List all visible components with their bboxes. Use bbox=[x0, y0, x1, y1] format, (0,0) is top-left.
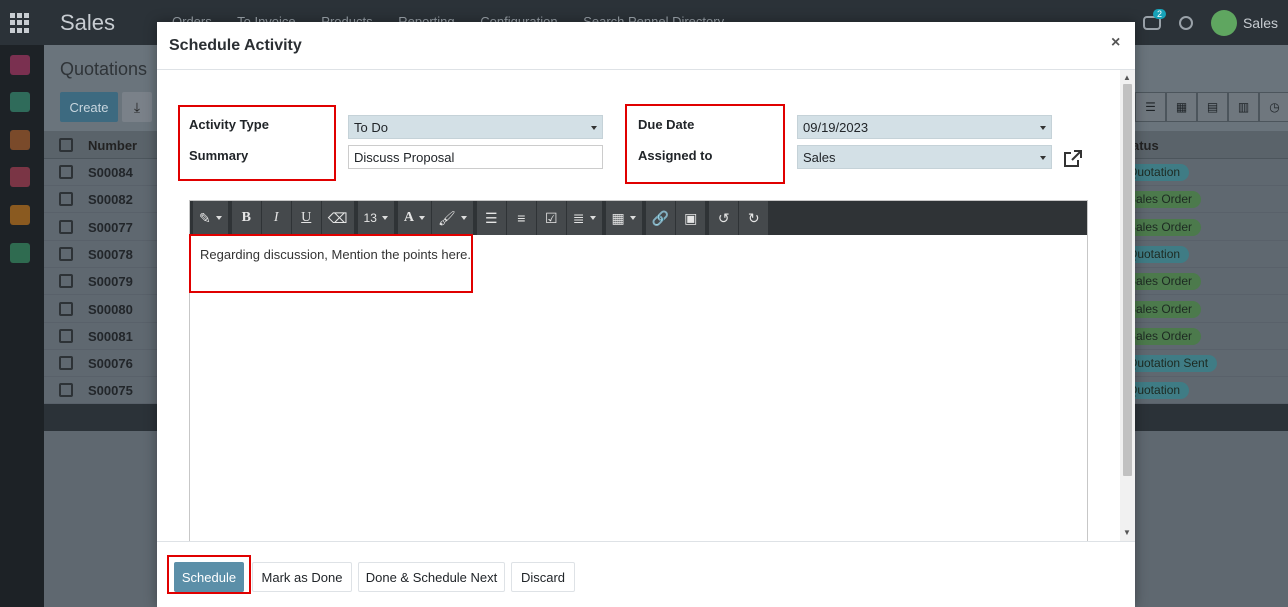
done-schedule-next-button[interactable]: Done & Schedule Next bbox=[358, 562, 505, 592]
undo-icon[interactable]: ↺ bbox=[709, 201, 740, 235]
scrollbar-thumb[interactable] bbox=[1123, 84, 1132, 476]
row-checkbox[interactable] bbox=[59, 383, 73, 398]
discard-button[interactable]: Discard bbox=[511, 562, 575, 592]
align-icon[interactable]: ≣ bbox=[566, 201, 603, 235]
due-date-value: 09/19/2023 bbox=[803, 120, 869, 135]
clock-icon[interactable] bbox=[1178, 16, 1193, 30]
sidebar bbox=[0, 45, 44, 607]
row-checkbox[interactable] bbox=[59, 301, 73, 316]
pivot-view-icon[interactable]: ▤ bbox=[1197, 92, 1228, 122]
mark-as-done-button[interactable]: Mark as Done bbox=[252, 562, 352, 592]
checklist-icon[interactable]: ☑ bbox=[536, 201, 567, 235]
italic-icon[interactable]: I bbox=[261, 201, 292, 235]
chevron-down-icon bbox=[1040, 126, 1046, 130]
apps-menu-icon[interactable] bbox=[10, 13, 30, 33]
dialog-header: Schedule Activity × bbox=[157, 22, 1135, 70]
chevron-down-icon bbox=[591, 126, 597, 130]
highlight-schedule bbox=[167, 555, 251, 594]
contacts-app-icon[interactable] bbox=[10, 92, 30, 112]
font-size-value: 13 bbox=[363, 211, 377, 225]
crm-app-icon[interactable] bbox=[10, 130, 30, 150]
row-number: S00080 bbox=[88, 301, 133, 317]
row-checkbox[interactable] bbox=[59, 165, 73, 179]
scroll-down-icon[interactable]: ▼ bbox=[1123, 528, 1131, 537]
documents-app-icon[interactable] bbox=[10, 243, 30, 263]
row-number: S00075 bbox=[88, 383, 133, 399]
dialog-body: Activity Type Summary To Do Discuss Prop… bbox=[157, 70, 1135, 541]
eraser-icon[interactable]: ⌫ bbox=[321, 201, 355, 235]
highlight-activity-type-summary bbox=[178, 105, 336, 181]
row-number: S00081 bbox=[88, 328, 133, 344]
highlight-note bbox=[189, 234, 473, 293]
bullet-list-icon[interactable]: ☰ bbox=[476, 201, 507, 235]
row-number: S00082 bbox=[88, 192, 133, 208]
avatar bbox=[1210, 10, 1237, 36]
dialog-title: Schedule Activity bbox=[169, 37, 302, 54]
page-title: Quotations bbox=[60, 59, 148, 79]
highlight-due-date-assigned bbox=[625, 104, 785, 184]
external-link-icon[interactable] bbox=[1063, 150, 1083, 168]
user-menu[interactable]: Sales bbox=[1210, 10, 1278, 36]
assigned-to-value: Sales bbox=[803, 150, 836, 165]
sales-app-icon[interactable] bbox=[10, 167, 30, 187]
dialog-footer: Schedule Mark as Done Done & Schedule Ne… bbox=[157, 541, 1135, 607]
table-icon[interactable]: ▦ bbox=[605, 201, 643, 235]
calendar-view-icon[interactable]: ▦ bbox=[1166, 92, 1197, 122]
font-size-dropdown[interactable]: 13 bbox=[357, 201, 395, 235]
dialog-scrollbar[interactable]: ▲ ▼ bbox=[1120, 70, 1135, 541]
due-date-input[interactable]: 09/19/2023 bbox=[797, 115, 1052, 139]
row-checkbox[interactable] bbox=[59, 246, 73, 261]
underline-icon[interactable]: U bbox=[291, 201, 322, 235]
editor-toolbar: ✎ B I U ⌫ 13 A 🖌 ☰ ≡ ☑ ≣ ▦ 🔗 ▣ ↺ ↻ bbox=[190, 201, 1087, 235]
invoicing-app-icon[interactable] bbox=[10, 205, 30, 225]
row-checkbox[interactable] bbox=[59, 192, 73, 207]
select-all-checkbox[interactable] bbox=[59, 138, 73, 152]
chat-count-badge: 2 bbox=[1152, 9, 1166, 19]
chat-icon[interactable]: 2 bbox=[1142, 9, 1166, 30]
row-checkbox[interactable] bbox=[59, 219, 73, 234]
app-brand: Sales bbox=[60, 10, 116, 35]
schedule-activity-dialog: Schedule Activity × Activity Type Summar… bbox=[157, 22, 1135, 607]
magic-wand-icon[interactable]: ✎ bbox=[193, 201, 229, 235]
column-number[interactable]: Number bbox=[88, 138, 137, 153]
systray: 2 Sales bbox=[1142, 9, 1278, 36]
list-view-icon[interactable]: ☰ bbox=[1135, 92, 1166, 122]
activity-type-select[interactable]: To Do bbox=[348, 115, 603, 139]
graph-view-icon[interactable]: ▥ bbox=[1228, 92, 1259, 122]
scroll-up-icon[interactable]: ▲ bbox=[1123, 73, 1131, 82]
row-checkbox[interactable] bbox=[59, 356, 73, 371]
numbered-list-icon[interactable]: ≡ bbox=[506, 201, 537, 235]
view-switcher: ☰ ▦ ▤ ▥ ◷ bbox=[1135, 92, 1288, 122]
link-icon[interactable]: 🔗 bbox=[645, 201, 677, 235]
row-number: S00078 bbox=[88, 246, 133, 262]
close-icon[interactable]: × bbox=[1111, 34, 1120, 52]
image-icon[interactable]: ▣ bbox=[676, 201, 707, 235]
download-icon[interactable]: ⤓ bbox=[122, 92, 152, 122]
row-number: S00084 bbox=[88, 165, 133, 180]
activity-view-icon[interactable]: ◷ bbox=[1259, 92, 1288, 122]
font-color-icon[interactable]: A bbox=[397, 201, 433, 235]
row-number: S00077 bbox=[88, 219, 133, 235]
row-number: S00076 bbox=[88, 356, 133, 372]
discuss-app-icon[interactable] bbox=[10, 55, 30, 75]
user-name: Sales bbox=[1242, 15, 1278, 31]
redo-icon[interactable]: ↻ bbox=[739, 201, 770, 235]
paint-brush-icon[interactable]: 🖌 bbox=[432, 201, 474, 235]
create-button[interactable]: Create bbox=[60, 92, 118, 122]
row-number: S00079 bbox=[88, 274, 133, 290]
chevron-down-icon bbox=[1040, 156, 1046, 160]
status-badge: Quotation Sent bbox=[1122, 355, 1218, 373]
assigned-to-select[interactable]: Sales bbox=[797, 145, 1052, 169]
activity-type-value: To Do bbox=[354, 120, 388, 135]
summary-input[interactable]: Discuss Proposal bbox=[348, 145, 603, 169]
row-checkbox[interactable] bbox=[59, 274, 73, 289]
bold-icon[interactable]: B bbox=[231, 201, 262, 235]
row-checkbox[interactable] bbox=[59, 328, 73, 343]
